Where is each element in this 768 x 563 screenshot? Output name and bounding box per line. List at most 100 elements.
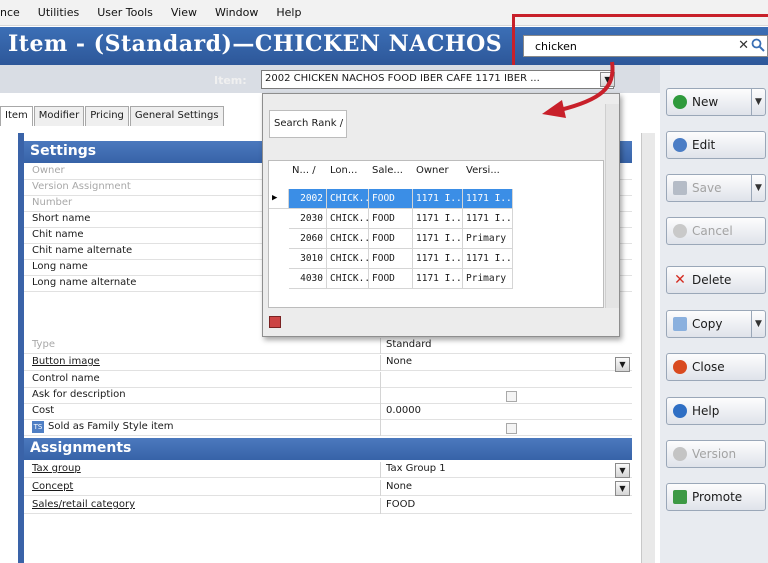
table-row[interactable]: 2060 CHICK... FOOD 1171 I... Primary [269,229,605,249]
copy-button[interactable]: Copy ▼ [666,310,766,338]
cell-owner: 1171 I... [413,249,463,269]
tax-group-chevron-icon[interactable]: ▼ [615,463,630,478]
new-button-label: New [692,95,719,109]
new-button[interactable]: New ▼ [666,88,766,116]
popup-scrollbar[interactable] [605,104,619,308]
property-row[interactable]: Tax group Tax Group 1 [24,462,632,478]
properties-scrollbar[interactable] [641,133,655,563]
version-button-label: Version [692,447,737,461]
cost-value[interactable]: 0.0000 [386,405,421,416]
table-row[interactable]: 3010 CHICK... FOOD 1171 I... 1171 I... [269,249,605,269]
menu-maintenance[interactable]: nce [0,6,20,19]
edit-button-label: Edit [692,138,716,152]
concept-value[interactable]: None [386,481,412,492]
property-label: Owner [32,165,65,176]
search-icon[interactable] [751,38,765,52]
property-row[interactable]: Type Standard [24,338,632,354]
promote-button[interactable]: Promote [666,483,766,511]
cell-sales-category: FOOD [369,249,413,269]
cell-version: Primary [463,269,513,289]
cell-owner: 1171 I... [413,209,463,229]
property-row[interactable]: Control name [24,372,632,388]
column-header-sales-category[interactable]: Sale... [369,161,413,181]
popup-close-icon[interactable] [269,316,281,328]
cancel-button[interactable]: Cancel [666,217,766,245]
sales-category-value[interactable]: FOOD [386,499,415,510]
property-label: Number [32,197,73,208]
column-header-number[interactable]: N... / [289,161,327,181]
version-button[interactable]: Version [666,440,766,468]
property-label: Sold as Family Style item [48,421,174,432]
tax-group-value[interactable]: Tax Group 1 [386,463,446,474]
menu-utilities[interactable]: Utilities [38,6,79,19]
edit-icon [673,138,687,152]
property-row[interactable]: Ask for description [24,388,632,404]
property-row[interactable]: Button image None [24,355,632,371]
help-icon [673,404,687,418]
ask-for-description-checkbox[interactable] [506,391,517,402]
delete-button-label: Delete [692,273,732,287]
button-image-value[interactable]: None [386,356,412,367]
cell-long-name: CHICK... [327,209,369,229]
tab-modifier[interactable]: Modifier [33,106,85,126]
help-button[interactable]: Help [666,397,766,425]
table-row[interactable]: 2030 CHICK... FOOD 1171 I... 1171 I... [269,209,605,229]
sales-category-link[interactable]: Sales/retail category [32,499,135,510]
tab-general-settings[interactable]: General Settings [129,106,224,126]
save-menu-icon[interactable]: ▼ [751,175,765,201]
new-menu-icon[interactable]: ▼ [751,89,765,115]
menu-help[interactable]: Help [276,6,301,19]
button-image-chevron-icon[interactable]: ▼ [615,357,630,372]
menu-window[interactable]: Window [215,6,258,19]
column-header-long-name[interactable]: Lon... [327,161,369,181]
menu-user-tools[interactable]: User Tools [97,6,153,19]
cell-long-name: CHICK... [327,229,369,249]
close-icon [673,360,687,374]
property-label: Ask for description [32,389,126,400]
close-button[interactable]: Close [666,353,766,381]
promote-icon [673,490,687,504]
search-input[interactable] [533,37,723,55]
cell-version: 1171 I... [463,209,513,229]
property-row[interactable]: TS Sold as Family Style item [24,420,632,436]
tab-pricing[interactable]: Pricing [85,106,129,126]
search-rank-sort[interactable]: Search Rank / [269,110,347,138]
tab-item[interactable]: Item [0,106,33,126]
grid-header: N... / Lon... Sale... Owner Versi... [269,161,605,181]
help-button-label: Help [692,404,720,418]
copy-icon [673,317,687,331]
property-row[interactable]: Cost 0.0000 [24,404,632,420]
property-label: Type [32,339,55,350]
delete-button[interactable]: ✕ Delete [666,266,766,294]
column-header-owner[interactable]: Owner [413,161,463,181]
copy-menu-icon[interactable]: ▼ [751,311,765,337]
tax-group-link[interactable]: Tax group [32,463,81,474]
new-icon [673,95,687,109]
close-button-label: Close [692,360,725,374]
edit-button[interactable]: Edit [666,131,766,159]
cell-version: Primary [463,229,513,249]
item-selector-dropdown[interactable]: 2002 CHICKEN NACHOS FOOD IBER CAFE 1171 … [261,70,614,89]
table-row[interactable]: ▶ 2002 CHICK... FOOD 1171 I... 1171 I... [269,189,605,209]
concept-link[interactable]: Concept [32,481,73,492]
save-button[interactable]: Save ▼ [666,174,766,202]
concept-chevron-icon[interactable]: ▼ [615,481,630,496]
section-settings-title: Settings [30,143,97,159]
property-row[interactable]: Sales/retail category FOOD [24,498,632,514]
cell-version: 1171 I... [463,249,513,269]
family-style-checkbox[interactable] [506,423,517,434]
section-assignments-header: Assignments [24,438,632,460]
cell-owner: 1171 I... [413,269,463,289]
property-label: Chit name alternate [32,245,133,256]
button-image-link[interactable]: Button image [32,356,100,367]
table-row[interactable]: 4030 CHICK... FOOD 1171 I... Primary [269,269,605,289]
column-header-version[interactable]: Versi... [463,161,513,181]
cell-long-name: CHICK... [327,269,369,289]
menu-view[interactable]: View [171,6,197,19]
property-row[interactable]: Concept None [24,480,632,496]
clear-search-icon[interactable]: ✕ [738,38,749,53]
property-label: Long name [32,261,88,272]
item-selector-chevron-icon[interactable]: ▼ [600,72,615,87]
save-icon [673,181,687,195]
cell-number: 2002 [289,189,327,209]
